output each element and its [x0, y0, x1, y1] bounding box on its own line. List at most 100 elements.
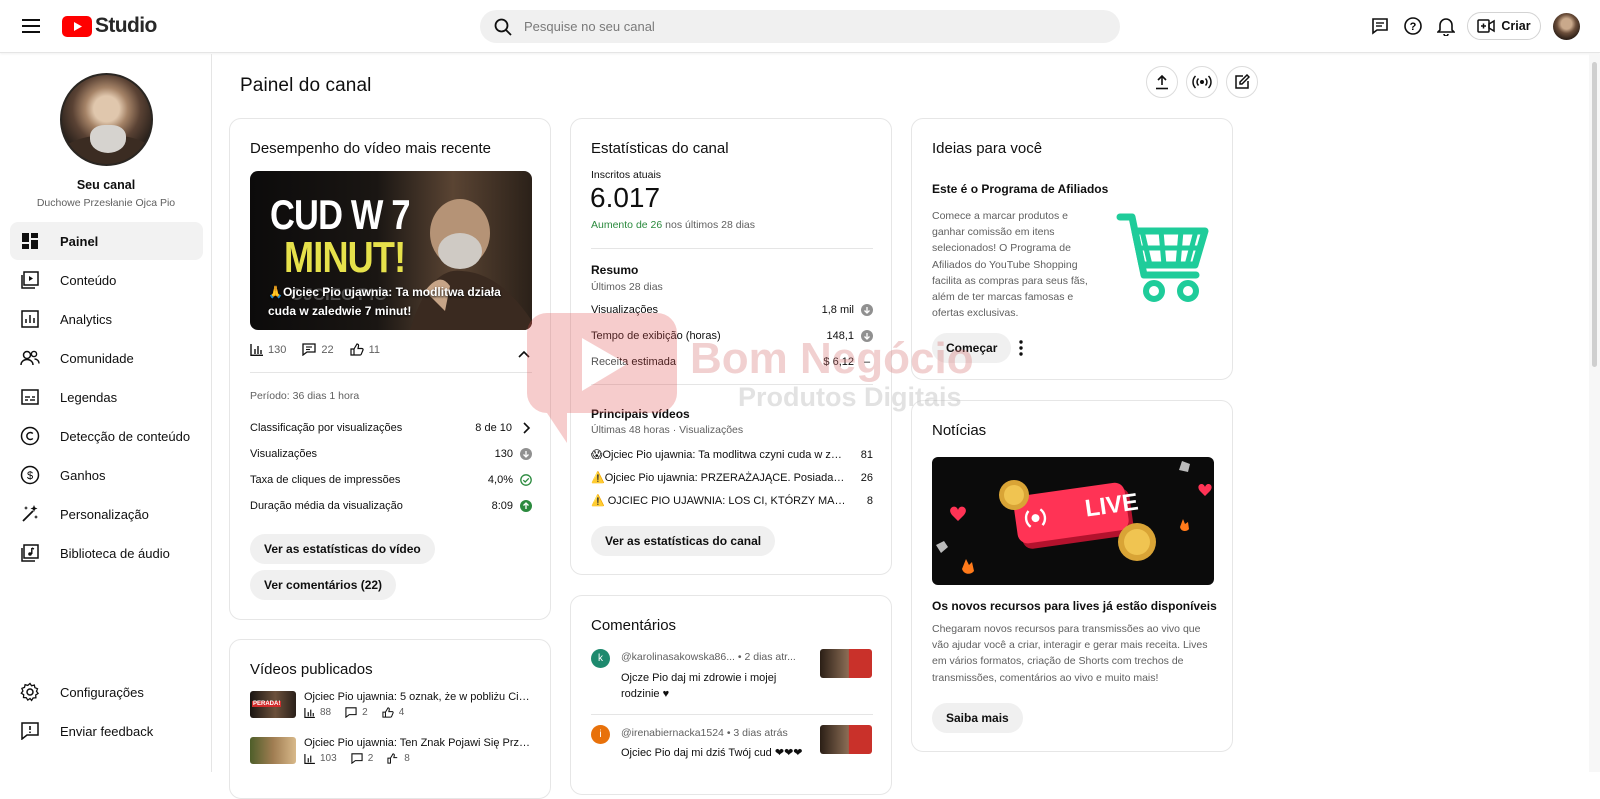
comments-count: 22 [321, 343, 334, 356]
scrollbar-thumb[interactable] [1592, 62, 1597, 367]
messages-icon[interactable] [1363, 9, 1397, 43]
top-videos-period: Últimas 48 horas · Visualizações [591, 424, 744, 436]
channel-stats-button[interactable]: Ver as estatísticas do canal [591, 526, 776, 556]
sidebar-item-painel[interactable]: Painel [10, 222, 203, 260]
channel-title: Seu canal [76, 178, 136, 192]
views-count: 103 [320, 753, 337, 764]
metric-label: Visualizações [250, 448, 318, 460]
comment-text: Ojcze Pio daj mi zdrowie i mojej rodzini… [621, 672, 777, 700]
sidebar-item-label: Personalização [60, 506, 149, 522]
sidebar-item-configuracoes[interactable]: Configurações [10, 673, 203, 711]
top-video-value: 81 [860, 448, 873, 461]
check-icon [520, 474, 532, 486]
top-bar: Studio ? Criar [0, 0, 1600, 53]
copyright-icon [20, 426, 40, 446]
metric-value: 8 de 10 [475, 422, 512, 434]
go-live-icon[interactable] [1186, 66, 1218, 98]
page-title: Painel do canal [240, 75, 372, 96]
collapse-chevron-icon[interactable] [518, 345, 530, 363]
sidebar-item-analytics[interactable]: Analytics [10, 300, 203, 338]
sidebar-item-comunidade[interactable]: Comunidade [10, 339, 203, 377]
metric-value: 4,0% [487, 474, 513, 486]
comment-icon [351, 753, 363, 764]
published-videos-card: Vídeos publicados PERADA! Ojciec Pio uja… [229, 639, 551, 799]
summary-label: Visualizações [591, 304, 659, 316]
card-title: Vídeos publicados [250, 661, 373, 678]
sidebar-item-personalizacao[interactable]: Personalização [10, 495, 203, 533]
card-title: Desempenho do vídeo mais recente [250, 140, 491, 157]
sidebar-item-feedback[interactable]: Enviar feedback [10, 712, 203, 750]
metric-value: 8:09 [491, 500, 513, 512]
comments-card: Comentários k @karolinasakowska86... • 2… [570, 595, 892, 795]
sidebar-item-ganhos[interactable]: $ Ganhos [10, 456, 203, 494]
settings-icon [20, 682, 40, 702]
top-video-row[interactable]: ⚠️ OJCIEC PIO UJAWNIA: LOS CI, KTÓRZY MA… [591, 494, 873, 508]
notifications-icon[interactable] [1429, 9, 1463, 43]
dashboard-icon [20, 231, 40, 251]
top-video-row[interactable]: 😱Ojciec Pio ujawnia: Ta modlitwa czyni c… [591, 448, 873, 462]
summary-value: $ 6,12 [823, 356, 854, 368]
comments-count: 2 [362, 707, 368, 718]
top-video-row[interactable]: ⚠️Ojciec Pio ujawnia: PRZERAŻAJĄCE. Posi… [591, 471, 873, 485]
search-input[interactable] [524, 19, 1084, 34]
sidebar-item-deteccao[interactable]: Detecção de conteúdo [10, 417, 203, 455]
top-video-value: 8 [866, 494, 873, 507]
help-icon[interactable]: ? [1396, 9, 1430, 43]
subs-change-period: nos últimos 28 dias [662, 219, 756, 231]
ideas-body: Comece a marcar produtos e ganhar comiss… [932, 210, 1088, 320]
search-bar[interactable] [480, 10, 1120, 43]
create-post-icon[interactable] [1226, 66, 1258, 98]
news-image[interactable]: LIVE [932, 457, 1214, 585]
summary-label: Receita estimada [591, 356, 676, 368]
published-video-item[interactable]: Ojciec Pio ujawnia: Ten Znak Pojawi Się … [250, 737, 532, 764]
video-thumbnail [250, 737, 296, 764]
live-illustration [936, 461, 1212, 574]
card-title: Comentários [591, 617, 677, 634]
create-label: Criar [1501, 19, 1531, 33]
period-label: Período: 36 dias 1 hora [250, 390, 360, 402]
comment-item[interactable]: i @irenabiernacka1524 • 3 dias atrás Ojc… [591, 725, 873, 775]
video-stats-row: 130 22 11 [250, 343, 380, 356]
page-scrollbar[interactable] [1589, 54, 1600, 772]
channel-avatar[interactable] [60, 73, 153, 166]
summary-period: Últimos 28 dias [591, 281, 663, 293]
metric-row-rank[interactable]: Classificação por visualizações 8 de 10 [250, 422, 532, 434]
summary-title: Resumo [591, 263, 639, 277]
summary-row-views: Visualizações 1,8 mil [591, 304, 873, 316]
more-options-icon[interactable] [1018, 339, 1024, 362]
latest-video-thumbnail[interactable]: CUD W 7 MINUT! OJCIEC PIO 🙏Ojciec Pio uj… [250, 171, 532, 330]
subtitles-icon [20, 387, 40, 407]
video-title: Ojciec Pio ujawnia: 5 oznak, że w pobliż… [304, 691, 532, 703]
studio-logo[interactable]: Studio [62, 14, 157, 38]
sidebar-item-biblioteca-audio[interactable]: Biblioteca de áudio [10, 534, 203, 572]
metric-label: Classificação por visualizações [250, 422, 403, 434]
sidebar-item-label: Conteúdo [60, 272, 117, 288]
metric-row-ctr: Taxa de cliques de impressões 4,0% [250, 474, 532, 486]
views-icon [304, 707, 315, 718]
divider [591, 248, 873, 249]
top-video-title: ⚠️ OJCIEC PIO UJAWNIA: LOS CI, KTÓRZY MA… [591, 495, 846, 507]
top-video-value: 26 [860, 471, 873, 484]
menu-icon[interactable] [14, 9, 48, 43]
account-avatar[interactable] [1553, 13, 1580, 40]
sidebar-item-label: Comunidade [60, 350, 134, 366]
sidebar-item-legendas[interactable]: Legendas [10, 378, 203, 416]
analytics-icon [20, 309, 40, 329]
create-button[interactable]: Criar [1467, 12, 1541, 40]
top-videos-title: Principais vídeos [591, 407, 690, 421]
view-comments-button[interactable]: Ver comentários (22) [250, 570, 397, 600]
views-stat: 88 [304, 707, 331, 718]
comment-icon [302, 343, 317, 356]
arrow-up-icon [520, 500, 532, 512]
video-stats-button[interactable]: Ver as estatísticas do vídeo [250, 534, 435, 564]
arrow-down-icon [861, 330, 873, 342]
sidebar-item-conteudo[interactable]: Conteúdo [10, 261, 203, 299]
start-affiliate-button[interactable]: Começar [932, 333, 1012, 363]
comment-item[interactable]: k @karolinasakowska86... • 2 dias atr...… [591, 649, 873, 709]
sidebar-item-label: Biblioteca de áudio [60, 545, 170, 561]
upload-icon[interactable] [1146, 66, 1178, 98]
learn-more-button[interactable]: Saiba mais [932, 703, 1023, 733]
published-video-item[interactable]: PERADA! Ojciec Pio ujawnia: 5 oznak, że … [250, 691, 532, 718]
top-video-title: 😱Ojciec Pio ujawnia: Ta modlitwa czyni c… [591, 449, 846, 461]
create-video-icon [1477, 19, 1496, 33]
